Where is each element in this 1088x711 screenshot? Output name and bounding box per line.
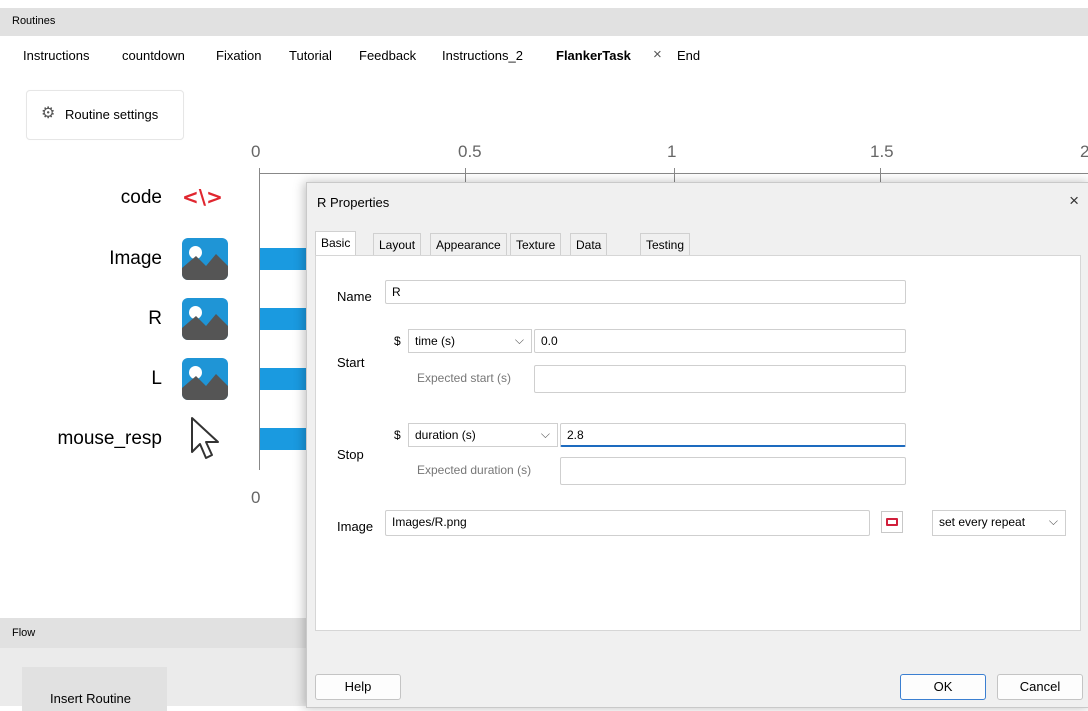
- routines-panel-header: Routines: [0, 8, 1088, 36]
- cancel-button[interactable]: Cancel: [997, 674, 1083, 700]
- help-button[interactable]: Help: [315, 674, 401, 700]
- tab-end[interactable]: End: [677, 48, 700, 63]
- image-icon[interactable]: [182, 238, 228, 280]
- name-label: Name: [337, 289, 372, 304]
- start-value-input[interactable]: 0.0: [534, 329, 906, 353]
- tab-layout[interactable]: Layout: [373, 233, 422, 256]
- stop-type-value: duration (s): [415, 428, 476, 442]
- chevron-down-icon: ⌵: [1048, 514, 1058, 528]
- stop-label: Stop: [337, 447, 364, 462]
- start-dollar: $: [394, 334, 401, 348]
- timeline-tick-1.5: 1.5: [870, 142, 894, 161]
- component-label-l[interactable]: L: [22, 368, 162, 390]
- chevron-down-icon: ⌵: [540, 427, 550, 441]
- dialog-title: R Properties: [317, 195, 390, 210]
- tab-instructions-2[interactable]: Instructions_2: [442, 48, 523, 63]
- component-bar-r[interactable]: [260, 308, 312, 330]
- tab-tutorial[interactable]: Tutorial: [289, 48, 332, 63]
- timeline-tick-mark: [465, 168, 466, 182]
- stop-value-input[interactable]: 2.8: [560, 423, 906, 447]
- insert-routine-button[interactable]: Insert Routine: [22, 667, 167, 711]
- gear-icon: ⚙: [41, 105, 56, 122]
- r-properties-dialog: R Properties × Basic Layout Appearance T…: [306, 182, 1088, 708]
- image-label: Image: [337, 519, 374, 534]
- folder-icon[interactable]: [881, 511, 903, 533]
- image-icon[interactable]: [182, 358, 228, 400]
- image-icon[interactable]: [182, 298, 228, 340]
- tab-appearance[interactable]: Appearance: [430, 233, 507, 256]
- timeline-tick-2: 2: [1080, 142, 1088, 161]
- timeline-tick-1: 1: [667, 142, 677, 161]
- component-bar-image[interactable]: [260, 248, 312, 270]
- ok-button[interactable]: OK: [900, 674, 986, 700]
- routine-tab-bar: Instructions countdown Fixation Tutorial…: [0, 36, 1088, 70]
- tab-close-icon[interactable]: ×: [653, 46, 662, 63]
- mouse-cursor-icon[interactable]: [186, 414, 226, 467]
- tab-feedback[interactable]: Feedback: [359, 48, 416, 63]
- component-label-code[interactable]: code: [22, 187, 162, 209]
- tab-flankertask[interactable]: FlankerTask: [556, 48, 631, 63]
- code-icon[interactable]: <\>: [182, 185, 223, 209]
- timeline-bottom-tick: 0: [251, 488, 261, 507]
- tab-data[interactable]: Data: [570, 233, 608, 256]
- tab-fixation[interactable]: Fixation: [216, 48, 262, 63]
- chevron-down-icon: ⌵: [514, 333, 524, 347]
- component-label-image[interactable]: Image: [22, 248, 162, 270]
- start-type-value: time (s): [415, 334, 455, 348]
- routine-settings-button[interactable]: ⚙ Routine settings: [26, 90, 184, 140]
- routines-header-label: Routines: [12, 15, 56, 27]
- routine-settings-label: Routine settings: [65, 107, 159, 122]
- stop-dollar: $: [394, 428, 401, 442]
- timeline-tick-0: 0: [251, 142, 261, 161]
- tab-texture[interactable]: Texture: [510, 233, 562, 256]
- start-label: Start: [337, 355, 365, 370]
- tab-basic[interactable]: Basic: [315, 231, 357, 256]
- component-bar-mouse-resp[interactable]: [260, 428, 312, 450]
- component-label-r[interactable]: R: [22, 308, 162, 330]
- close-icon[interactable]: ×: [1069, 191, 1079, 211]
- expected-start-input[interactable]: [534, 365, 906, 393]
- timeline-tick-mark: [674, 168, 675, 182]
- start-type-select[interactable]: time (s) ⌵: [408, 329, 532, 353]
- flow-panel-header: Flow: [0, 618, 310, 648]
- timeline-tick-mark: [880, 168, 881, 182]
- component-bar-l[interactable]: [260, 368, 312, 390]
- stop-type-select[interactable]: duration (s) ⌵: [408, 423, 558, 447]
- image-update-select[interactable]: set every repeat ⌵: [932, 510, 1066, 536]
- tab-testing[interactable]: Testing: [640, 233, 691, 256]
- image-path-input[interactable]: Images/R.png: [385, 510, 870, 536]
- expected-duration-input[interactable]: [560, 457, 906, 485]
- image-update-value: set every repeat: [939, 515, 1026, 529]
- tab-countdown[interactable]: countdown: [122, 48, 185, 63]
- tab-instructions[interactable]: Instructions: [23, 48, 89, 63]
- name-input[interactable]: R: [385, 280, 906, 304]
- insert-routine-label: Insert Routine: [50, 691, 131, 706]
- basic-tab-panel: Name R Start $ time (s) ⌵ 0.0 Expected s…: [315, 255, 1081, 631]
- timeline-tick-0.5: 0.5: [458, 142, 482, 161]
- component-label-mouse-resp[interactable]: mouse_resp: [22, 428, 162, 450]
- flow-header-label: Flow: [12, 627, 36, 639]
- expected-duration-label: Expected duration (s): [417, 463, 532, 477]
- expected-start-label: Expected start (s): [417, 371, 512, 385]
